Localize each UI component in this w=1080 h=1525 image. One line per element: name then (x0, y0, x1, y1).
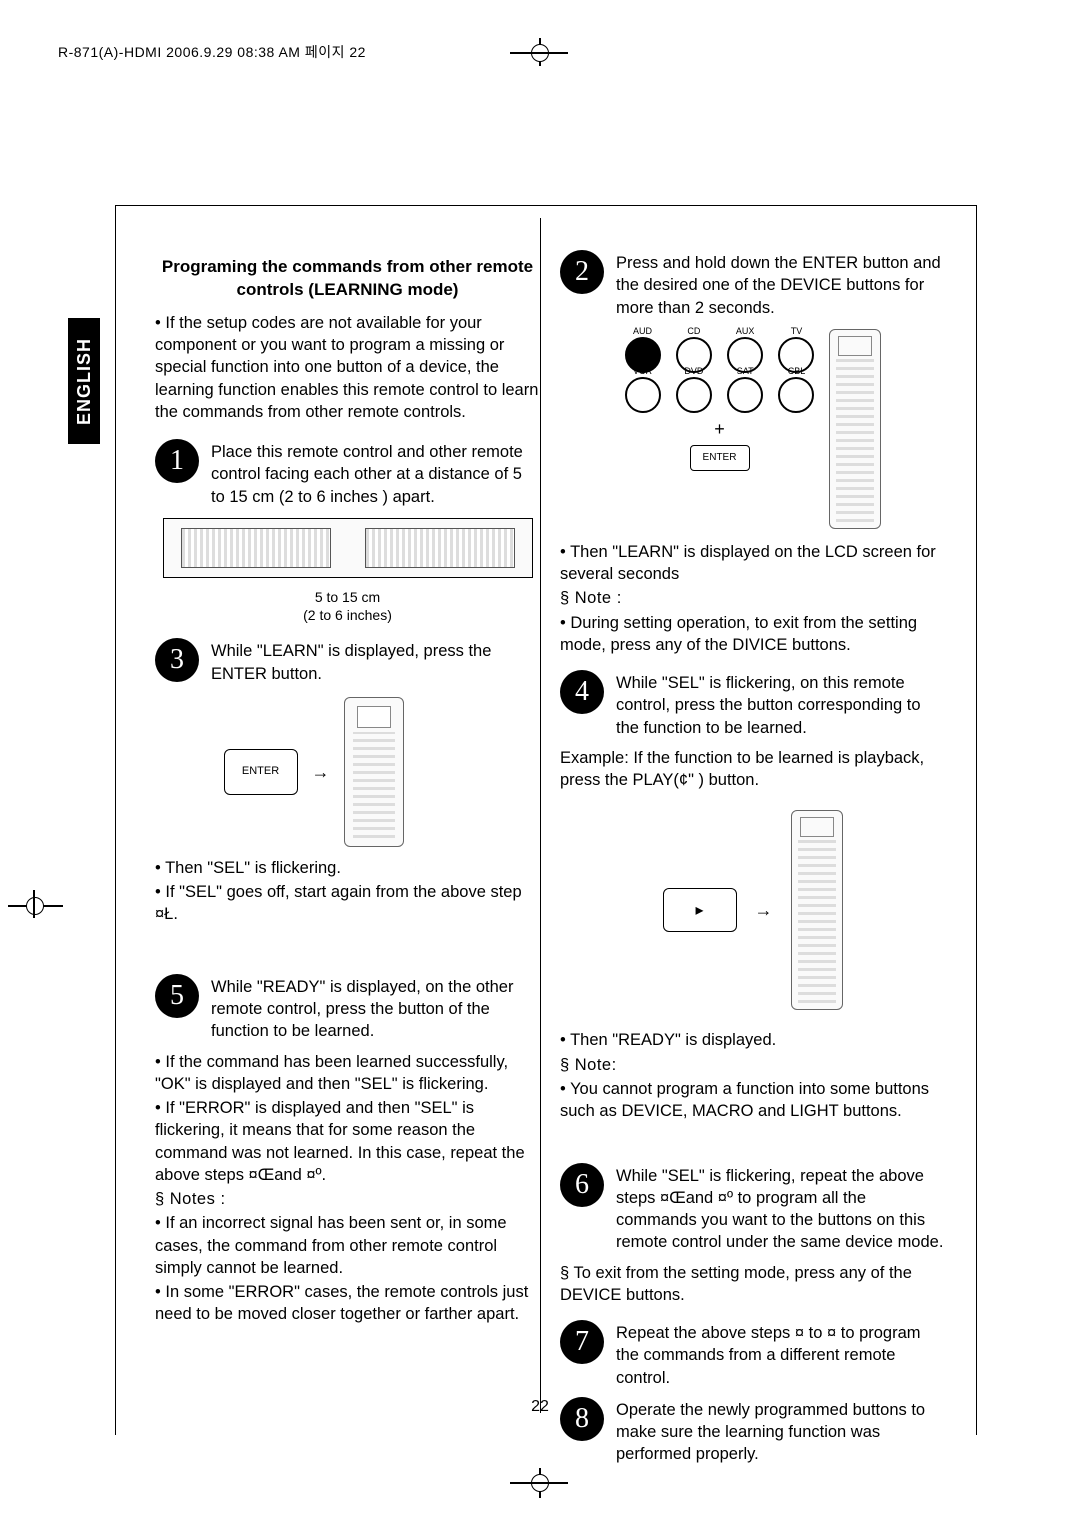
figure-enter-remote: ENTER → (224, 697, 472, 847)
remote-illustration-side (829, 329, 881, 529)
step-4-example: Example: If the function to be learned i… (560, 747, 945, 792)
figure-play-remote: ▸ → (560, 805, 945, 1015)
device-btn-dvd: DVD (676, 377, 712, 413)
step-3: 3 While "LEARN" is displayed, press the … (155, 638, 540, 685)
remote-illustration-small (344, 697, 404, 847)
figure-device-buttons: AUD CD AUX TV VCR DVD SAT CBL + ENTER (560, 329, 945, 529)
step-5: 5 While "READY" is displayed, on the oth… (155, 974, 540, 1043)
step-4-bullets: • Then "READY" is displayed. § Note: • Y… (560, 1029, 945, 1122)
step-2: 2 Press and hold down the ENTER button a… (560, 250, 945, 319)
crop-mark-bottom (510, 1468, 570, 1498)
remote-illustration-right (365, 528, 515, 568)
step-number-3: 3 (155, 638, 199, 682)
step-4: 4 While "SEL" is flickering, on this rem… (560, 670, 945, 739)
arrow-right-icon: → (312, 760, 330, 784)
step-number-1: 1 (155, 439, 199, 483)
intro-text: • If the setup codes are not available f… (155, 312, 540, 423)
device-btn-cbl: CBL (778, 377, 814, 413)
play-button-fig: ▸ (663, 888, 737, 932)
step-number-7: 7 (560, 1320, 604, 1364)
enter-button-small: ENTER (690, 445, 750, 471)
step-6: 6 While "SEL" is flickering, repeat the … (560, 1163, 945, 1254)
remote-illustration-side-2 (791, 810, 843, 1010)
step-number-2: 2 (560, 250, 604, 294)
crop-mark-top (510, 44, 570, 66)
step-6-bullets: § To exit from the setting mode, press a… (560, 1262, 945, 1307)
step-5-bullets: • If the command has been learned succes… (155, 1051, 540, 1326)
step-7: 7 Repeat the above steps ¤ to ¤ to progr… (560, 1320, 945, 1389)
step-3-bullets: • Then "SEL" is flickering. • If "SEL" g… (155, 857, 540, 926)
language-tab: ENGLISH (68, 318, 100, 444)
step-1: 1 Place this remote control and other re… (155, 439, 540, 508)
step-8: 8 Operate the newly programmed buttons t… (560, 1397, 945, 1466)
step-5-text: While "READY" is displayed, on the other… (211, 974, 540, 1043)
figure-two-remotes (163, 518, 533, 578)
plus-icon: + (625, 417, 815, 441)
step-number-4: 4 (560, 670, 604, 714)
step-number-6: 6 (560, 1163, 604, 1207)
step-7-text: Repeat the above steps ¤ to ¤ to program… (616, 1320, 945, 1389)
left-column: Programing the commands from other remot… (155, 250, 540, 1400)
remote-illustration-left (181, 528, 331, 568)
step-2-bullets: • Then "LEARN" is displayed on the LCD s… (560, 541, 945, 656)
step-4-text: While "SEL" is flickering, on this remot… (616, 670, 945, 739)
step-6-text: While "SEL" is flickering, repeat the ab… (616, 1163, 945, 1254)
device-btn-sat: SAT (727, 377, 763, 413)
step-1-text: Place this remote control and other remo… (211, 439, 540, 508)
section-title: Programing the commands from other remot… (155, 256, 540, 302)
step-8-text: Operate the newly programmed buttons to … (616, 1397, 945, 1466)
step-3-text: While "LEARN" is displayed, press the EN… (211, 638, 540, 685)
arrow-right-icon-2: → (755, 898, 773, 922)
device-btn-vcr: VCR (625, 377, 661, 413)
step-2-text: Press and hold down the ENTER button and… (616, 250, 945, 319)
right-column: 2 Press and hold down the ENTER button a… (560, 250, 945, 1400)
print-header: R-871(A)-HDMI 2006.9.29 08:38 AM 페이지 22 (58, 42, 366, 62)
step-number-8: 8 (560, 1397, 604, 1441)
step-number-5: 5 (155, 974, 199, 1018)
page-number: 22 (531, 1398, 549, 1416)
enter-button-fig: ENTER (224, 749, 298, 795)
crop-mark-left (8, 894, 63, 918)
figure-1-caption: 5 to 15 cm (2 to 6 inches) (155, 588, 540, 624)
